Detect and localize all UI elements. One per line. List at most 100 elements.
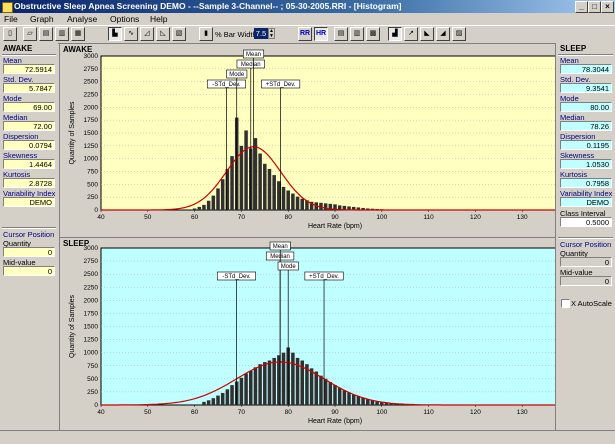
- table-icon[interactable]: ▥: [350, 27, 364, 41]
- y-tick-label: 3000: [84, 245, 99, 252]
- awake-quantity-value: 0: [3, 247, 55, 257]
- grid-icon[interactable]: ▤: [334, 27, 348, 41]
- y-tick-label: 750: [87, 363, 98, 370]
- spectrum-icon[interactable]: ◣: [420, 27, 434, 41]
- histogram-bar: [347, 392, 351, 405]
- marker-label: Mean: [246, 52, 261, 58]
- histogram-bar: [244, 130, 248, 210]
- bar-width-spinner[interactable]: ▲ ▼: [268, 28, 275, 39]
- awake-cursor-title: Cursor Position: [3, 230, 55, 239]
- x-tick-label: 80: [285, 214, 293, 221]
- autoscale-checkbox[interactable]: [561, 299, 570, 308]
- x-tick-label: 90: [331, 409, 339, 416]
- histogram-bar: [291, 352, 295, 405]
- chart-bar-icon[interactable]: ▙: [108, 27, 122, 41]
- menu-options[interactable]: Options: [110, 13, 139, 25]
- awake-chart-panel: AWAKE 0 250 500 750 1000 1250 1500 1750 2000 2250…: [59, 43, 556, 238]
- awake-histogram[interactable]: 0 250 500 750 1000 1250 1500 1750 2000 2250 2500 27…: [60, 44, 555, 237]
- report-icon[interactable]: ▦: [71, 27, 85, 41]
- histogram-bar: [295, 196, 300, 210]
- x-tick-label: 40: [97, 409, 105, 416]
- awake-mean-value: 72.5914: [3, 64, 55, 74]
- y-tick-label: 0: [94, 402, 98, 409]
- histogram-bar: [253, 367, 258, 405]
- y-tick-label: 1000: [84, 350, 99, 357]
- histogram-bar: [211, 195, 216, 210]
- chart-curve-icon[interactable]: ◿: [140, 27, 154, 41]
- toolbar: ▯ ▱ ▤ ▥ ▦ ▙ ∿ ◿ ◺ ▧ ▮ % Bar Width 7.5 ▲ ▼…: [0, 25, 615, 44]
- y-tick-label: 500: [87, 376, 98, 383]
- menu-analyse[interactable]: Analyse: [67, 13, 97, 25]
- hr-button[interactable]: HR: [314, 27, 328, 41]
- histogram-bar: [291, 193, 295, 210]
- y-tick-label: 1750: [84, 117, 99, 124]
- sleep-variability-value: DEMO: [560, 197, 612, 207]
- sleep-mode-value: 80.00: [560, 102, 612, 112]
- menu-file[interactable]: File: [4, 13, 18, 25]
- x-tick-label: 40: [97, 214, 105, 221]
- poincare-icon[interactable]: ◢: [436, 27, 450, 41]
- new-file-icon[interactable]: ▯: [3, 27, 17, 41]
- print-icon[interactable]: ▤: [39, 27, 53, 41]
- y-tick-label: 2000: [84, 297, 99, 304]
- y-tick-label: 2000: [84, 104, 99, 111]
- menu-help[interactable]: Help: [150, 13, 167, 25]
- histogram-bar: [314, 371, 319, 405]
- chart-line-icon[interactable]: ∿: [124, 27, 138, 41]
- histogram-bar: [230, 385, 234, 405]
- x-tick-label: 70: [238, 409, 246, 416]
- x-tick-label: 70: [238, 214, 246, 221]
- awake-dispersion-value: 0.0794: [3, 140, 55, 150]
- x-tick-label: 50: [144, 214, 152, 221]
- minimize-button[interactable]: _: [575, 1, 588, 13]
- maximize-button[interactable]: □: [588, 1, 601, 13]
- awake-mode-value: 69.00: [3, 102, 55, 112]
- menu-graph[interactable]: Graph: [30, 13, 54, 25]
- x-tick-label: 100: [376, 214, 387, 221]
- print-preview-icon[interactable]: ▥: [55, 27, 69, 41]
- histogram-icon[interactable]: ▟: [388, 27, 402, 41]
- x-tick-label: 60: [191, 409, 199, 416]
- open-folder-icon[interactable]: ▱: [23, 27, 37, 41]
- y-axis-label: Quantity of Samples: [69, 294, 76, 358]
- x-tick-label: 90: [331, 214, 339, 221]
- marker-label: +STd_Dev.: [266, 82, 296, 88]
- y-tick-label: 2250: [84, 284, 99, 291]
- close-button[interactable]: ×: [601, 1, 614, 13]
- marker-label: Median: [241, 62, 261, 68]
- histogram-bar: [351, 394, 356, 405]
- marker-label: Mean: [273, 244, 288, 250]
- histogram-bar: [263, 163, 267, 210]
- histogram-bar: [216, 188, 220, 210]
- title-bar: Obstructive Sleep Apnea Screening DEMO -…: [0, 0, 615, 13]
- trend-icon[interactable]: ↗: [404, 27, 418, 41]
- sleep-panel: SLEEP Mean 78.3044 Std. Dev. 9.3541 Mode…: [556, 43, 615, 429]
- bar-width-icon[interactable]: ▮: [199, 27, 213, 41]
- histogram-bar: [272, 357, 276, 405]
- sleep-histogram[interactable]: 0 250 500 750 1000 1250 1500 1750 2000 2250 2500 27…: [60, 238, 555, 430]
- sleep-dispersion-value: 0.1195: [560, 140, 612, 150]
- histogram-bar: [206, 200, 211, 210]
- y-tick-label: 750: [87, 169, 98, 176]
- awake-panel-title: AWAKE: [3, 44, 33, 53]
- histogram-bar: [192, 208, 197, 210]
- y-tick-label: 250: [87, 194, 98, 201]
- histogram-bar: [239, 377, 244, 405]
- histogram-bar: [267, 168, 272, 210]
- histogram-bar: [253, 138, 258, 210]
- rr-button[interactable]: RR: [298, 27, 312, 41]
- histogram-bar: [206, 400, 211, 405]
- summary-icon[interactable]: ▨: [452, 27, 466, 41]
- chart-area-icon[interactable]: ◺: [156, 27, 170, 41]
- x-axis-label: Heart Rate (bpm): [308, 418, 362, 425]
- x-tick-label: 80: [285, 409, 293, 416]
- statistics-icon[interactable]: ▩: [366, 27, 380, 41]
- histogram-bar: [258, 364, 262, 405]
- histogram-bar: [202, 204, 206, 210]
- bar-width-input[interactable]: 7.5: [254, 28, 268, 39]
- export-icon[interactable]: ▧: [172, 27, 186, 41]
- x-tick-label: 110: [423, 409, 434, 416]
- autoscale-label: X AutoScale: [571, 299, 612, 308]
- marker-label: +STd_Dev.: [309, 274, 339, 280]
- marker-label: Mode: [281, 264, 297, 270]
